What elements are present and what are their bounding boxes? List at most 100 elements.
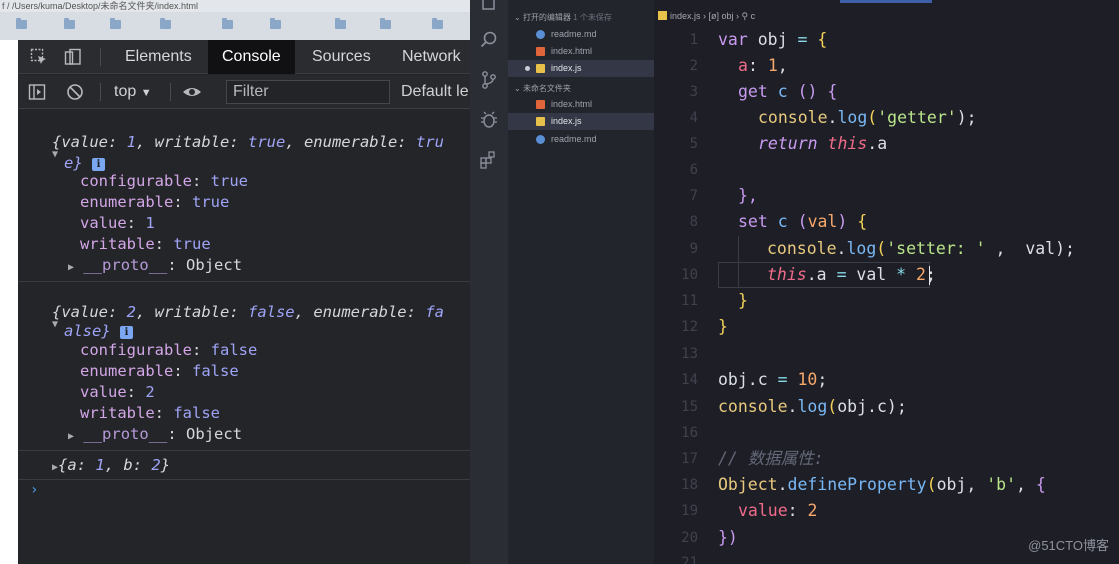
object-property: configurable: false [80,341,258,359]
summary-text: , enumerable: [294,303,426,321]
line-number: 7 [689,188,698,204]
line-number: 5 [689,136,698,152]
file-name: index.html [551,46,593,56]
code-editor[interactable]: index.js › [ø] obj › ⚲ c 1 2 3 4 5 6 7 8… [654,0,1119,564]
debug-icon[interactable] [479,110,499,130]
console-filter-input[interactable] [226,80,390,104]
object-property: value: 1 [80,214,155,232]
open-editor-item[interactable]: index.js [508,60,654,77]
toolbar-divider [170,83,171,101]
file-name: index.js [551,116,582,126]
summary-text: , writable: [136,303,248,321]
summary-text: , enumerable: [285,133,416,151]
bookmark-folder-icon[interactable] [222,18,233,29]
summary-text: {value: [52,303,127,321]
property-value: true [173,235,211,253]
open-editor-item[interactable]: index.html [508,43,654,60]
property-key: writable [80,404,155,422]
context-selector[interactable]: top ▼ [114,75,152,109]
chevron-down-icon: ▼ [140,87,152,99]
info-icon[interactable]: i [92,158,106,171]
tab-elements[interactable]: Elements [111,40,206,74]
extensions-icon[interactable] [479,150,499,170]
console-message[interactable]: {value: 2, writable: false, enumerable: … [18,283,470,451]
folder-file-item[interactable]: readme.md [508,131,654,148]
console-message[interactable]: ▶{a: 1, b: 2} [18,452,470,480]
expand-toggle[interactable]: ▼ [52,312,58,335]
bookmarks-bar [0,12,470,40]
line-number: 3 [689,84,698,100]
object-summary[interactable]: {value: 2, writable: false, enumerable: … [52,302,444,323]
code-line: Object.defineProperty(obj, 'b', { [718,475,1046,494]
console-output: {value: 1 , writable: true , enumerable: t… [18,110,470,564]
js-file-icon [658,11,667,20]
files-icon[interactable] [479,0,499,12]
breadcrumb-separator: › [700,11,709,21]
code-line: value: 2 [738,501,818,520]
summary-text: {value: [52,133,127,151]
info-icon[interactable]: i [120,326,134,339]
bookmark-folder-icon[interactable] [380,18,391,29]
line-number: 11 [681,293,698,309]
address-bar[interactable]: f / /Users/kuma/Desktop/未命名文件夹/index.htm… [0,0,470,12]
line-number: 19 [681,503,698,519]
proto-row[interactable]: ▶ __proto__: Object [68,424,242,447]
bookmark-folder-icon[interactable] [160,18,171,29]
device-toolbar-icon[interactable] [64,48,82,66]
breadcrumb-symbol[interactable]: [ø] obj [709,11,734,21]
bookmark-folder-icon[interactable] [16,18,27,29]
watermark: @51CTO博客 [1028,538,1109,553]
console-prompt[interactable]: › [30,482,38,498]
tab-network[interactable]: Network [388,40,470,74]
bookmark-folder-icon[interactable] [335,18,346,29]
log-levels-dropdown[interactable]: Default le [401,75,469,109]
breadcrumb-symbol[interactable]: ⚲ c [742,11,756,21]
open-editors-header[interactable]: ⌄ 打开的编辑器 1 个未保存 [514,12,612,23]
console-message[interactable]: {value: 1, writable: true, enumerable: t… [18,110,470,282]
open-editor-item[interactable]: readme.md [508,26,654,43]
folder-file-item[interactable]: index.html [508,96,654,113]
proto-row[interactable]: ▶ __proto__: Object [68,255,242,278]
console-sidebar-icon[interactable] [28,83,46,101]
object-property: writable: false [80,404,220,422]
object-summary[interactable]: ▶{a: 1, b: 2} [52,455,170,478]
unsaved-dot-icon [525,66,530,71]
vscode-window: ⌄ 打开的编辑器 1 个未保存 readme.md index.html ind… [470,0,1119,564]
line-number: 14 [681,372,698,388]
property-key: __proto__ [83,256,168,274]
file-name: readme.md [551,134,597,144]
source-control-icon[interactable] [479,70,499,90]
bookmark-folder-icon[interactable] [64,18,75,29]
summary-value: e} [64,154,83,172]
line-number: 12 [681,319,698,335]
tab-console[interactable]: Console [208,40,295,74]
property-value: true [192,193,230,211]
property-key: value [80,383,127,401]
clear-console-icon[interactable] [66,83,84,101]
property-value: 2 [145,383,155,401]
bookmark-folder-icon[interactable] [270,18,281,29]
line-number: 1 [689,32,698,48]
inspect-element-icon[interactable] [30,48,48,66]
line-number: 18 [681,477,698,493]
tab-sources[interactable]: Sources [298,40,385,74]
object-summary[interactable]: {value: 1, writable: true, enumerable: t… [52,132,444,153]
property-value: 1 [145,214,155,232]
object-property: writable: true [80,235,211,253]
code-line: console.log('setter: ' , val); [767,239,1075,258]
expand-toggle[interactable]: ▼ [52,142,58,165]
summary-value: 1 [126,133,136,151]
section-label: 未命名文件夹 [522,84,571,93]
js-file-icon [536,117,545,126]
bookmark-folder-icon[interactable] [110,18,121,29]
live-expression-icon[interactable] [182,83,201,101]
breadcrumb-file[interactable]: index.js [670,11,701,21]
bookmark-folder-icon[interactable] [432,18,443,29]
property-value: Object [186,256,243,274]
code-line: } [738,291,748,310]
folder-file-item[interactable]: index.js [508,113,654,130]
folder-header[interactable]: ⌄ 未命名文件夹 [514,83,571,94]
search-icon[interactable] [479,30,499,50]
line-number: 2 [689,58,698,74]
line-number: 10 [681,267,698,283]
